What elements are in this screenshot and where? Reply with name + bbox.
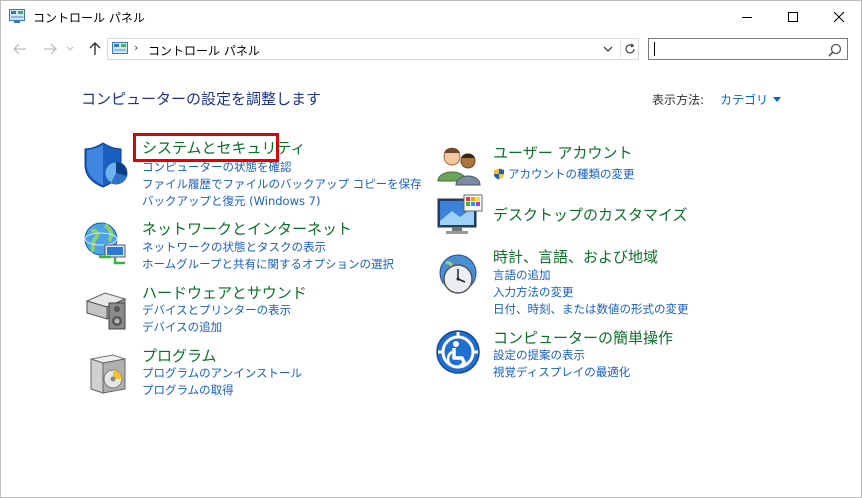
link-add-language[interactable]: 言語の追加 [493,267,551,283]
link-uninstall-program[interactable]: プログラムのアンインストール [142,365,302,381]
category-desktop-customization[interactable]: デスクトップのカスタマイズ [493,204,688,225]
printer-speaker-icon[interactable] [81,281,131,331]
minimize-button[interactable] [724,1,770,32]
view-by-dropdown[interactable]: カテゴリ [720,91,782,108]
chevron-down-icon [603,46,613,52]
link-change-account-type-label: アカウントの種類の変更 [508,167,635,181]
breadcrumb-chevron-icon[interactable]: › [134,41,138,54]
window-title: コントロール パネル [33,11,145,25]
user-accounts-icon[interactable] [434,141,484,191]
link-change-input-method[interactable]: 入力方法の変更 [493,284,574,300]
control-panel-icon [112,42,128,54]
programs-box-icon[interactable] [83,347,133,397]
forward-button[interactable] [39,39,61,59]
link-change-account-type[interactable]: アカウントの種類の変更 [493,166,635,182]
link-review-computer-status[interactable]: コンピューターの状態を確認 [142,159,292,175]
close-icon [833,11,845,22]
refresh-icon [624,43,635,54]
address-bar[interactable]: › コントロール パネル [107,38,639,60]
category-user-accounts[interactable]: ユーザー アカウント [493,142,632,163]
globe-network-icon[interactable] [81,217,131,267]
address-dropdown-button[interactable] [600,41,616,57]
maximize-icon [788,11,798,22]
page-title: コンピューターの設定を調整します [81,90,322,108]
category-clock-language-region[interactable]: 時計、言語、および地域 [493,246,658,267]
ease-of-access-icon[interactable] [434,328,484,378]
link-optimize-visual-display[interactable]: 視覚ディスプレイの最適化 [493,364,630,380]
monitor-palette-icon[interactable] [434,193,484,243]
search-input[interactable] [655,41,815,57]
uac-shield-icon [494,168,504,180]
maximize-button[interactable] [770,1,816,32]
link-add-device[interactable]: デバイスの追加 [142,319,222,335]
arrow-left-icon [13,43,26,55]
link-network-status[interactable]: ネットワークの状態とタスクの表示 [142,239,326,255]
link-get-programs[interactable]: プログラムの取得 [142,382,234,398]
link-devices-printers[interactable]: デバイスとプリンターの表示 [142,302,291,318]
breadcrumb-item[interactable]: コントロール パネル [148,42,260,59]
dropdown-triangle-icon [773,97,782,102]
link-homegroup-sharing[interactable]: ホームグループと共有に関するオプションの選択 [142,256,394,272]
chevron-down-icon [66,46,74,51]
view-by-label: 表示方法: [652,93,705,107]
category-network-internet[interactable]: ネットワークとインターネット [142,218,352,239]
arrow-up-icon [89,42,101,55]
category-system-security[interactable]: システムとセキュリティ [142,137,306,158]
control-panel-window: コントロール パネル › コントロール パネル コンピューターの設定を調整します… [0,0,862,498]
search-box[interactable] [648,38,848,60]
category-programs[interactable]: プログラム [142,345,217,366]
clock-globe-icon[interactable] [434,251,484,301]
link-file-history-backup[interactable]: ファイル履歴でファイルのバックアップ コピーを保存 [142,176,422,192]
link-suggested-settings[interactable]: 設定の提案の表示 [493,347,585,363]
refresh-button[interactable] [620,40,638,58]
back-button[interactable] [9,39,31,59]
link-backup-restore[interactable]: バックアップと復元 (Windows 7) [142,193,320,209]
up-button[interactable] [84,39,106,59]
recent-locations-button[interactable] [63,39,77,59]
category-ease-of-access[interactable]: コンピューターの簡単操作 [493,327,673,348]
link-change-date-format[interactable]: 日付、時刻、または数値の形式の変更 [493,301,689,317]
close-button[interactable] [816,1,862,32]
search-icon[interactable] [827,42,843,58]
title-bar: コントロール パネル [1,1,861,32]
category-hardware-sound[interactable]: ハードウェアとサウンド [142,282,307,303]
view-by-value: カテゴリ [720,93,769,107]
minimize-icon [742,16,752,18]
shield-pie-icon[interactable] [81,139,131,189]
control-panel-icon [9,9,25,23]
arrow-right-icon [44,43,57,55]
